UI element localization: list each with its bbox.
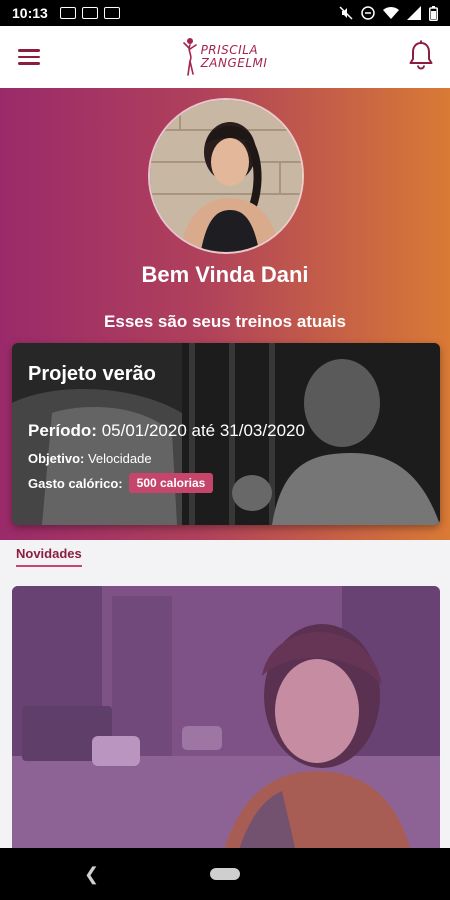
welcome-hero: Bem Vinda Dani Esses são seus treinos at…: [0, 88, 450, 540]
battery-icon: [429, 5, 438, 21]
system-icons: [339, 5, 438, 21]
workout-title: Projeto verão: [28, 363, 156, 385]
profile-avatar[interactable]: [148, 98, 304, 254]
home-pill-icon[interactable]: [210, 868, 240, 880]
mute-icon: [339, 6, 353, 20]
welcome-title: Bem Vinda Dani: [141, 262, 309, 287]
mail-notification-icon-2: [103, 7, 120, 19]
workout-goal: Objetivo: Velocidade: [28, 451, 152, 466]
workout-period-label: Período:: [28, 421, 97, 440]
signal-icon: [407, 6, 421, 20]
brand-logo: PRISCILA ZANGELMI: [182, 37, 268, 77]
notification-icons: [59, 7, 120, 19]
news-card-photo: [12, 586, 440, 856]
wifi-icon: [383, 6, 399, 20]
workout-card[interactable]: Projeto verão Período: 05/01/2020 até 31…: [12, 343, 440, 525]
workout-period-value: 05/01/2020 até 31/03/2020: [101, 421, 305, 440]
app-bar: PRISCILA ZANGELMI: [0, 26, 450, 88]
status-time: 10:13: [12, 5, 48, 21]
logo-line-2: ZANGELMI: [200, 56, 268, 70]
workout-goal-label: Objetivo:: [28, 451, 85, 466]
system-nav-bar: ❮: [0, 848, 450, 900]
workout-period: Período: 05/01/2020 até 31/03/2020: [28, 421, 305, 441]
news-card[interactable]: [12, 586, 440, 856]
calories-badge: 500 calorias: [128, 473, 214, 493]
mail-notification-icon: [81, 7, 98, 19]
hamburger-menu-icon[interactable]: [18, 44, 44, 70]
workout-goal-value: Velocidade: [87, 451, 152, 466]
status-bar: 10:13: [0, 0, 450, 26]
image-notification-icon: [59, 7, 76, 19]
dancer-logo-icon: [182, 38, 197, 76]
current-workouts-heading: Esses são seus treinos atuais: [104, 312, 346, 331]
workout-calories: Gasto calórico: 500 calorias: [28, 473, 214, 493]
brand-logo-text: PRISCILA ZANGELMI: [201, 44, 268, 70]
workout-calories-label: Gasto calórico:: [28, 475, 123, 491]
back-icon[interactable]: ❮: [84, 864, 99, 885]
dnd-icon: [361, 6, 375, 20]
news-tab[interactable]: Novidades: [16, 546, 82, 567]
bell-icon[interactable]: [408, 40, 434, 75]
